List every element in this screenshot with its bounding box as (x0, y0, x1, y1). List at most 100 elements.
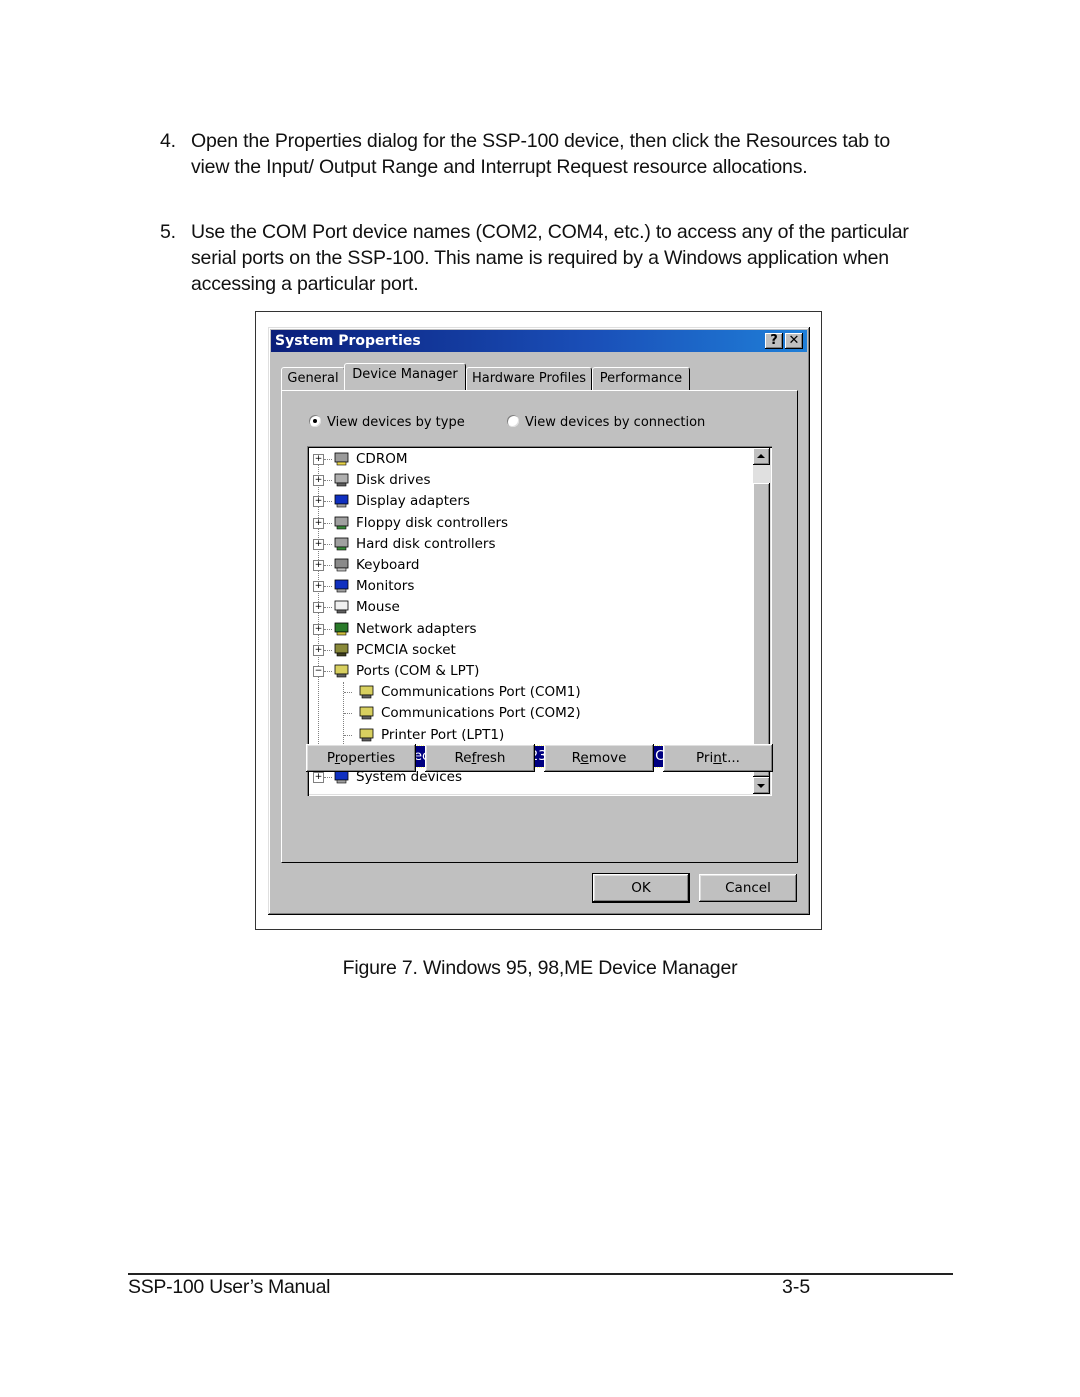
tree-connector (324, 565, 332, 566)
disk-drive-icon (333, 472, 351, 488)
cancel-button[interactable]: Cancel (699, 874, 797, 902)
tree-item-label: PCMCIA socket (356, 641, 456, 658)
footer-page-number: 3-5 (782, 1276, 811, 1298)
tab-label: General (287, 371, 339, 386)
tab-label: Device Manager (352, 367, 458, 382)
port-icon (333, 663, 351, 679)
btn-text: resh (476, 750, 506, 766)
tree-connector (324, 649, 332, 651)
btn-text: Pri (696, 750, 714, 766)
btn-text: Cancel (725, 880, 771, 896)
tab-general[interactable]: General (281, 367, 345, 390)
device-manager-panel: View devices by type View devices by con… (281, 390, 798, 863)
properties-button[interactable]: Properties (306, 744, 416, 772)
tree-connector (324, 671, 332, 672)
tree-connector (344, 734, 352, 736)
step-number: 4. (160, 130, 176, 152)
close-button[interactable]: ✕ (785, 333, 803, 349)
tree-item-label: Ports (COM & LPT) (356, 663, 480, 679)
step-text: Open the Properties dialog for the SSP-1… (191, 130, 891, 178)
expand-icon[interactable]: + (313, 496, 324, 508)
close-icon: ✕ (788, 333, 800, 348)
system-properties-dialog: System Properties ? ✕ General Device Man… (268, 327, 810, 915)
port-icon (358, 684, 376, 700)
tree-connector (324, 607, 332, 609)
btn-mnemonic: e (580, 750, 589, 766)
btn-text: OK (631, 880, 651, 896)
footer-divider (128, 1273, 953, 1275)
scroll-thumb[interactable] (753, 483, 770, 777)
vertical-scrollbar[interactable] (753, 448, 770, 794)
expand-icon[interactable]: + (313, 581, 324, 593)
figure-caption: Figure 7. Windows 95, 98,ME Device Manag… (342, 957, 738, 979)
expand-icon[interactable]: + (313, 538, 324, 550)
arrow-down-icon (757, 784, 765, 788)
tree-connector (344, 692, 352, 694)
tree-item-label: Hard disk controllers (356, 535, 496, 552)
pcmcia-icon (333, 642, 351, 658)
tree-item-label: CDROM (356, 451, 408, 467)
tree-item-label: Disk drives (356, 472, 431, 489)
tree-item-label: Communications Port (COM1) (381, 684, 581, 701)
step-text: Use the COM Port device names (COM2, COM… (191, 221, 909, 295)
tree-item-label: Keyboard (356, 557, 420, 573)
tree-connector (344, 713, 352, 715)
expand-icon[interactable]: + (313, 602, 324, 614)
btn-text: operties (340, 750, 396, 766)
print-button[interactable]: Print... (663, 744, 773, 772)
tree-connector (324, 459, 332, 460)
collapse-icon[interactable]: − (313, 666, 324, 677)
expand-icon[interactable]: + (313, 623, 324, 635)
tree-item-label: Communications Port (COM2) (381, 705, 581, 722)
remove-button[interactable]: Remove (544, 744, 654, 772)
tree-item-label: Floppy disk controllers (356, 514, 509, 531)
scroll-up-button[interactable] (753, 448, 770, 465)
tab-hardware-profiles[interactable]: Hardware Profiles (466, 367, 592, 390)
expand-icon[interactable]: + (313, 772, 324, 783)
expand-icon[interactable]: + (313, 475, 324, 487)
btn-text: P (326, 750, 335, 766)
scroll-down-button[interactable] (753, 777, 770, 794)
title-bar[interactable]: System Properties ? ✕ (271, 330, 807, 352)
tree-item-label: Printer Port (LPT1) (381, 726, 505, 743)
tree-item-label: Display adapters (356, 493, 470, 510)
radio-label: View devices by type (327, 415, 465, 430)
expand-icon[interactable]: + (313, 454, 324, 465)
expand-icon[interactable]: + (313, 644, 324, 656)
help-icon: ? (770, 333, 778, 348)
network-adapter-icon (333, 621, 351, 637)
tree-connector (324, 586, 332, 588)
refresh-button[interactable]: Refresh (425, 744, 535, 772)
tree-item-label: Monitors (356, 578, 415, 595)
figure-frame: System Properties ? ✕ General Device Man… (255, 311, 822, 930)
help-button[interactable]: ? (765, 333, 783, 349)
cdrom-icon (333, 451, 351, 467)
tree-item-label: Network adapters (356, 620, 477, 637)
step-number: 5. (160, 221, 176, 243)
mouse-icon (333, 599, 351, 615)
radio-view-by-connection[interactable]: View devices by connection (507, 415, 705, 430)
hard-disk-controller-icon (333, 536, 351, 552)
btn-text: move (588, 750, 627, 766)
expand-icon[interactable]: + (313, 560, 324, 571)
btn-mnemonic: n (713, 750, 722, 766)
tree-connector (324, 522, 332, 524)
radio-view-by-type[interactable]: View devices by type (309, 415, 465, 430)
footer-manual-title: SSP-100 User’s Manual (128, 1276, 331, 1298)
dialog-title: System Properties (275, 333, 421, 349)
floppy-controller-icon (333, 515, 351, 531)
tree-item-label: Mouse (356, 599, 400, 616)
monitor-icon (333, 578, 351, 594)
tree-connector (324, 501, 332, 503)
arrow-up-icon (757, 454, 765, 458)
keyboard-icon (333, 557, 351, 573)
tab-label: Hardware Profiles (471, 371, 587, 386)
display-adapter-icon (333, 493, 351, 509)
tab-label: Performance (599, 371, 683, 386)
tab-device-manager[interactable]: Device Manager (344, 363, 466, 390)
radio-unselected-icon (507, 415, 519, 427)
ok-button[interactable]: OK (592, 873, 690, 903)
radio-selected-icon (309, 415, 321, 427)
expand-icon[interactable]: + (313, 517, 324, 529)
tab-performance[interactable]: Performance (592, 367, 690, 390)
